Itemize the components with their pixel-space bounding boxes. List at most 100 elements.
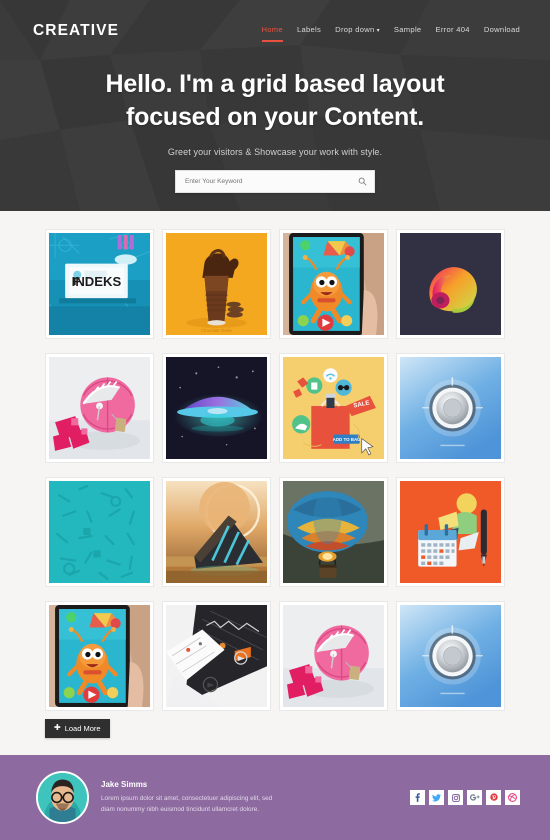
search-icon — [358, 177, 366, 186]
teal-pattern-artwork — [49, 481, 150, 583]
pink-basketball-artwork — [49, 357, 150, 459]
main-navigation: Home Labels Drop down ▾ Sample Error 404 … — [261, 25, 521, 42]
hero-title-line-2: focused on your Content. — [126, 103, 424, 131]
author-block: Jake Simms Lorem ipsum dolor sit amet, c… — [36, 771, 410, 824]
chevron-down-icon: ▾ — [376, 28, 380, 34]
search-button[interactable] — [350, 171, 374, 192]
thumbnail — [166, 357, 267, 459]
gallery-item-colorful-curl[interactable] — [396, 229, 505, 339]
page-title: Hello. I'm a grid based layout focused o… — [0, 68, 550, 134]
instagram-icon[interactable] — [448, 790, 463, 805]
gallery-item-desert-monolith[interactable] — [162, 477, 271, 587]
thumbnail — [283, 605, 384, 707]
nav-item-home[interactable]: Home — [261, 25, 284, 42]
pinterest-icon[interactable] — [486, 790, 501, 805]
nav-item-sample[interactable]: Sample — [394, 25, 422, 37]
gallery-item-mobile-game-character[interactable] — [279, 229, 388, 339]
desert-monolith-artwork — [166, 481, 267, 583]
svg-text:F: F — [73, 276, 80, 288]
nav-item-drop-down[interactable]: Drop down ▾ — [335, 25, 380, 37]
hero-title-line-1: Hello. I'm a grid based layout — [105, 70, 445, 98]
avatar-icon — [38, 773, 87, 822]
gallery-section: INDEKS F Chocolate Shake SALE ADD TO BAG… — [0, 211, 550, 755]
chocolate-shake-artwork: Chocolate Shake — [166, 233, 267, 335]
twitter-icon[interactable] — [429, 790, 444, 805]
nav-item-download[interactable]: Download — [484, 25, 520, 37]
facebook-icon[interactable] — [410, 790, 425, 805]
dial-knob-artwork — [400, 605, 501, 707]
thumbnail — [400, 357, 501, 459]
gallery-grid: INDEKS F Chocolate Shake SALE ADD TO BAG — [45, 229, 505, 711]
thumbnail — [49, 357, 150, 459]
dribbble-glyph — [508, 793, 517, 802]
load-more-button[interactable]: ✚ Load More — [45, 718, 110, 738]
twitter-glyph — [432, 793, 441, 802]
gallery-item-chocolate-shake[interactable]: Chocolate Shake — [162, 229, 271, 339]
thumbnail — [166, 481, 267, 583]
gallery-item-pink-basketball[interactable] — [45, 353, 154, 463]
gallery-item-ufo-night[interactable] — [162, 353, 271, 463]
nav-label: Error 404 — [435, 25, 470, 34]
nav-label: Drop down — [335, 25, 375, 34]
nav-item-labels[interactable]: Labels — [297, 25, 321, 37]
social-links — [410, 790, 520, 805]
colorful-curl-artwork — [400, 233, 501, 335]
hero-section: CREATIVE Home Labels Drop down ▾ Sample E… — [0, 0, 550, 211]
nav-label: Sample — [393, 25, 422, 34]
avatar — [36, 771, 89, 824]
search-input[interactable] — [176, 171, 350, 192]
pinterest-glyph — [489, 793, 498, 801]
author-name: Jake Simms — [101, 779, 148, 789]
thumbnail — [400, 605, 501, 707]
nav-item-error-404[interactable]: Error 404 — [435, 25, 469, 37]
thumbnail — [49, 481, 150, 583]
thumbnail — [283, 481, 384, 583]
thumbnail — [283, 233, 384, 335]
thumbnail — [49, 605, 150, 707]
pink-basketball-artwork — [283, 605, 384, 707]
mobile-game-artwork — [283, 233, 384, 335]
findeks-artwork: INDEKS F — [49, 233, 150, 335]
gallery-item-metal-dial-knob-2[interactable] — [396, 601, 505, 711]
nav-label: Labels — [296, 25, 322, 34]
nav-label: Home — [261, 25, 283, 34]
dial-knob-artwork — [400, 357, 501, 459]
gallery-item-mobile-game-character-2[interactable] — [45, 601, 154, 711]
nav-label: Download — [483, 25, 520, 34]
gallery-item-metal-dial-knob[interactable] — [396, 353, 505, 463]
shopping-bag-artwork: SALE ADD TO BAG — [283, 357, 384, 459]
gallery-item-pink-basketball-2[interactable] — [279, 601, 388, 711]
gallery-item-findeks-presentation[interactable]: INDEKS F — [45, 229, 154, 339]
svg-text:Chocolate Shake: Chocolate Shake — [201, 328, 232, 333]
mobile-game-artwork — [49, 605, 150, 707]
brand-logo[interactable]: CREATIVE — [33, 22, 119, 40]
dark-ui-screens-artwork — [166, 605, 267, 707]
hot-air-balloon-artwork — [283, 481, 384, 583]
thumbnail: INDEKS F — [49, 233, 150, 335]
svg-text:ADD TO BAG: ADD TO BAG — [333, 437, 362, 442]
calendar-pen-artwork — [400, 481, 501, 583]
thumbnail: Chocolate Shake — [166, 233, 267, 335]
gallery-item-teal-icon-pattern[interactable] — [45, 477, 154, 587]
gallery-item-shopping-bag-sale[interactable]: SALE ADD TO BAG — [279, 353, 388, 463]
footer-section: Jake Simms Lorem ipsum dolor sit amet, c… — [0, 755, 550, 840]
thumbnail — [400, 481, 501, 583]
thumbnail — [400, 233, 501, 335]
load-more-container: ✚ Load More — [45, 717, 505, 738]
author-info: Jake Simms Lorem ipsum dolor sit amet, c… — [101, 780, 276, 815]
google-plus-icon[interactable] — [467, 790, 482, 805]
hero-subtitle: Greet your visitors & Showcase your work… — [167, 147, 383, 157]
gallery-item-hot-air-balloon[interactable] — [279, 477, 388, 587]
facebook-glyph — [415, 793, 420, 802]
navbar: CREATIVE Home Labels Drop down ▾ Sample E… — [0, 0, 550, 42]
search-bar — [175, 170, 375, 193]
author-bio: Lorem ipsum dolor sit amet, consectetuer… — [101, 794, 273, 813]
instagram-glyph — [451, 793, 460, 802]
thumbnail: SALE ADD TO BAG — [283, 357, 384, 459]
gallery-item-dark-ui-screens[interactable] — [162, 601, 271, 711]
dribbble-icon[interactable] — [505, 790, 520, 805]
plus-icon: ✚ — [54, 723, 61, 732]
ufo-artwork — [166, 357, 267, 459]
gallery-item-calendar-pen-flat[interactable] — [396, 477, 505, 587]
load-more-label: Load More — [64, 723, 101, 733]
